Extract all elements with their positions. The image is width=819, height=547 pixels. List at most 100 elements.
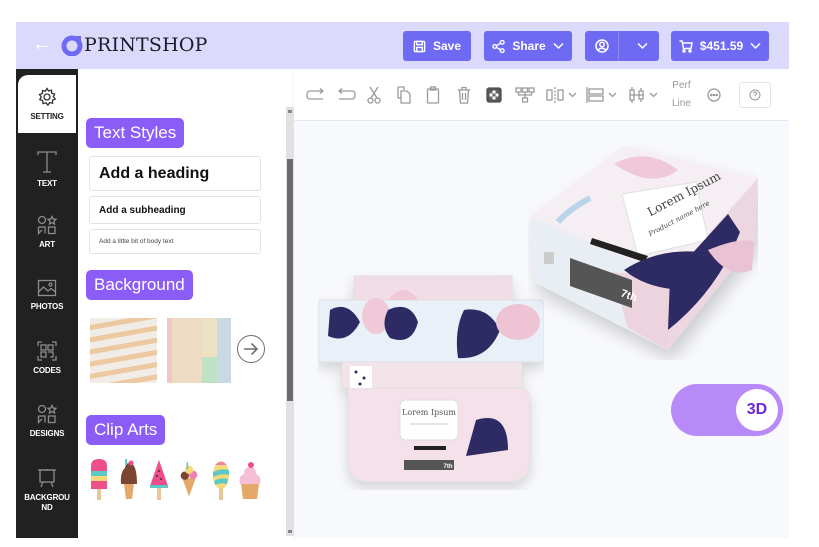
- sidebar-label: CODES: [33, 365, 61, 375]
- back-arrow-icon[interactable]: ←: [32, 33, 52, 55]
- sidebar-label: SETTING: [30, 111, 64, 121]
- trash-icon: [458, 86, 470, 104]
- box-dieline-2d[interactable]: Lorem Ipsum 7th: [318, 270, 544, 490]
- sidebar-label: BACKGROU ND: [24, 492, 70, 512]
- background-thumbnail-waves[interactable]: [90, 318, 157, 383]
- chevron-down-icon: [553, 42, 564, 50]
- share-button[interactable]: Share: [484, 31, 572, 61]
- sidebar-item-background[interactable]: BACKGROU ND: [18, 455, 76, 525]
- perf-line-label-top: Perf: [672, 80, 691, 91]
- sidebar-label: ART: [39, 239, 55, 249]
- scroll-down-arrow-icon[interactable]: [288, 530, 292, 533]
- sidebar-item-designs[interactable]: DESIGNS: [18, 391, 76, 451]
- save-icon: [413, 40, 426, 52]
- qr-code-icon: [37, 340, 57, 361]
- sidebar-label: PHOTOS: [30, 301, 64, 311]
- sidebar-item-photos[interactable]: PHOTOS: [18, 265, 76, 325]
- save-label: Save: [432, 39, 462, 53]
- delete-button[interactable]: [457, 86, 471, 104]
- distribute-icon: [546, 87, 564, 103]
- perf-line-button[interactable]: Perf Line: [672, 77, 691, 113]
- perf-line-label-bottom: Line: [672, 98, 691, 109]
- panel-scrollbar-thumb[interactable]: [287, 159, 293, 401]
- header-bar: ← PRINTSHOP Save Share $451.59: [16, 22, 789, 69]
- add-heading-button[interactable]: Add a heading: [89, 156, 261, 191]
- cut-button[interactable]: [367, 86, 381, 104]
- triple-scoop-cone-clipart[interactable]: [179, 458, 199, 500]
- panel-scrollbar[interactable]: [286, 107, 294, 536]
- design-canvas[interactable]: Lorem Ipsum 7th Lorem Ipsum Product name…: [294, 121, 789, 538]
- sidebar-label: TEXT: [37, 178, 57, 188]
- cart-icon: [679, 39, 693, 53]
- background-heading: Background: [86, 270, 193, 300]
- dieline-badge: 7th: [444, 464, 453, 470]
- redo-button[interactable]: [306, 86, 326, 104]
- add-subheading-button[interactable]: Add a subheading: [89, 196, 261, 224]
- paste-button[interactable]: [426, 86, 440, 104]
- next-backgrounds-button[interactable]: [237, 335, 265, 363]
- copy-icon: [397, 86, 411, 104]
- sidebar-item-setting[interactable]: SETTING: [18, 75, 76, 133]
- cart-total: $451.59: [699, 39, 744, 53]
- redo-icon: [306, 88, 325, 100]
- popsicle-clipart[interactable]: [89, 458, 109, 500]
- account-dropdown-button[interactable]: [626, 31, 659, 61]
- undo-button[interactable]: [336, 86, 356, 104]
- shapes-icon: [37, 403, 57, 424]
- printshop-logo-icon: [61, 35, 83, 56]
- dieline-box-title: Lorem Ipsum: [402, 408, 456, 417]
- 3d-toggle-knob[interactable]: 3D: [736, 389, 778, 431]
- striped-popsicle-clipart[interactable]: [211, 458, 231, 500]
- align-dropdown[interactable]: [586, 86, 617, 104]
- sidebar-item-text[interactable]: TEXT: [18, 139, 76, 199]
- add-body-text-button[interactable]: Add a little bit of body text: [89, 229, 261, 254]
- left-sidebar: SETTING TEXT ART PHOTOS CODES DESIGNS BA…: [16, 69, 78, 538]
- distribute-dropdown[interactable]: [546, 86, 577, 104]
- scissors-icon: [367, 86, 381, 104]
- brand-name[interactable]: PRINTSHOP: [84, 34, 208, 56]
- user-circle-icon: [594, 39, 609, 53]
- elements-panel: Text Styles Add a heading Add a subheadi…: [78, 69, 292, 538]
- sidebar-item-art[interactable]: ART: [18, 202, 76, 262]
- clipboard-icon: [426, 86, 440, 104]
- box-preview-3d[interactable]: Lorem Ipsum Product name here 7th: [528, 140, 758, 360]
- background-thumbnail-pastel[interactable]: [167, 318, 231, 383]
- save-button[interactable]: Save: [403, 31, 471, 61]
- copy-button[interactable]: [397, 86, 411, 104]
- chevron-down-icon: [750, 42, 761, 50]
- chevron-down-icon: [637, 42, 648, 50]
- help-icon: [749, 89, 761, 101]
- chevron-down-icon: [568, 92, 577, 98]
- gear-icon: [38, 86, 57, 106]
- easel-icon: [38, 468, 56, 487]
- chevron-down-icon: [608, 92, 617, 98]
- more-options-button[interactable]: [707, 86, 721, 104]
- scroll-up-arrow-icon[interactable]: [288, 110, 292, 113]
- 3d-view-toggle[interactable]: 3D: [671, 384, 783, 436]
- arrow-right-icon: [244, 342, 259, 356]
- account-button[interactable]: [585, 31, 620, 61]
- cupcake-clipart[interactable]: [238, 458, 262, 500]
- undo-icon: [337, 88, 356, 100]
- sidebar-item-codes[interactable]: CODES: [18, 328, 76, 388]
- account-button-group: [585, 31, 659, 61]
- more-horizontal-icon: [707, 88, 721, 102]
- app-window: ← PRINTSHOP Save Share $451.59 SETTING T…: [16, 22, 789, 538]
- text-styles-heading: Text Styles: [86, 118, 185, 148]
- watermelon-clipart[interactable]: [149, 458, 169, 500]
- clip-arts-heading: Clip Arts: [86, 415, 166, 445]
- spacing-dropdown[interactable]: [629, 86, 658, 104]
- chocolate-cone-clipart[interactable]: [119, 458, 139, 500]
- transparency-button[interactable]: [486, 86, 502, 104]
- editor-toolbar: Perf Line: [294, 69, 789, 121]
- share-icon: [492, 39, 506, 53]
- help-button[interactable]: [739, 82, 771, 108]
- align-center-icon: [629, 87, 644, 103]
- text-icon: [37, 150, 57, 173]
- sidebar-label: DESIGNS: [29, 428, 65, 438]
- cart-button[interactable]: $451.59: [671, 31, 769, 61]
- group-button[interactable]: [515, 86, 535, 104]
- chevron-down-icon: [649, 92, 658, 98]
- image-icon: [37, 279, 57, 296]
- checker-icon: [486, 87, 502, 103]
